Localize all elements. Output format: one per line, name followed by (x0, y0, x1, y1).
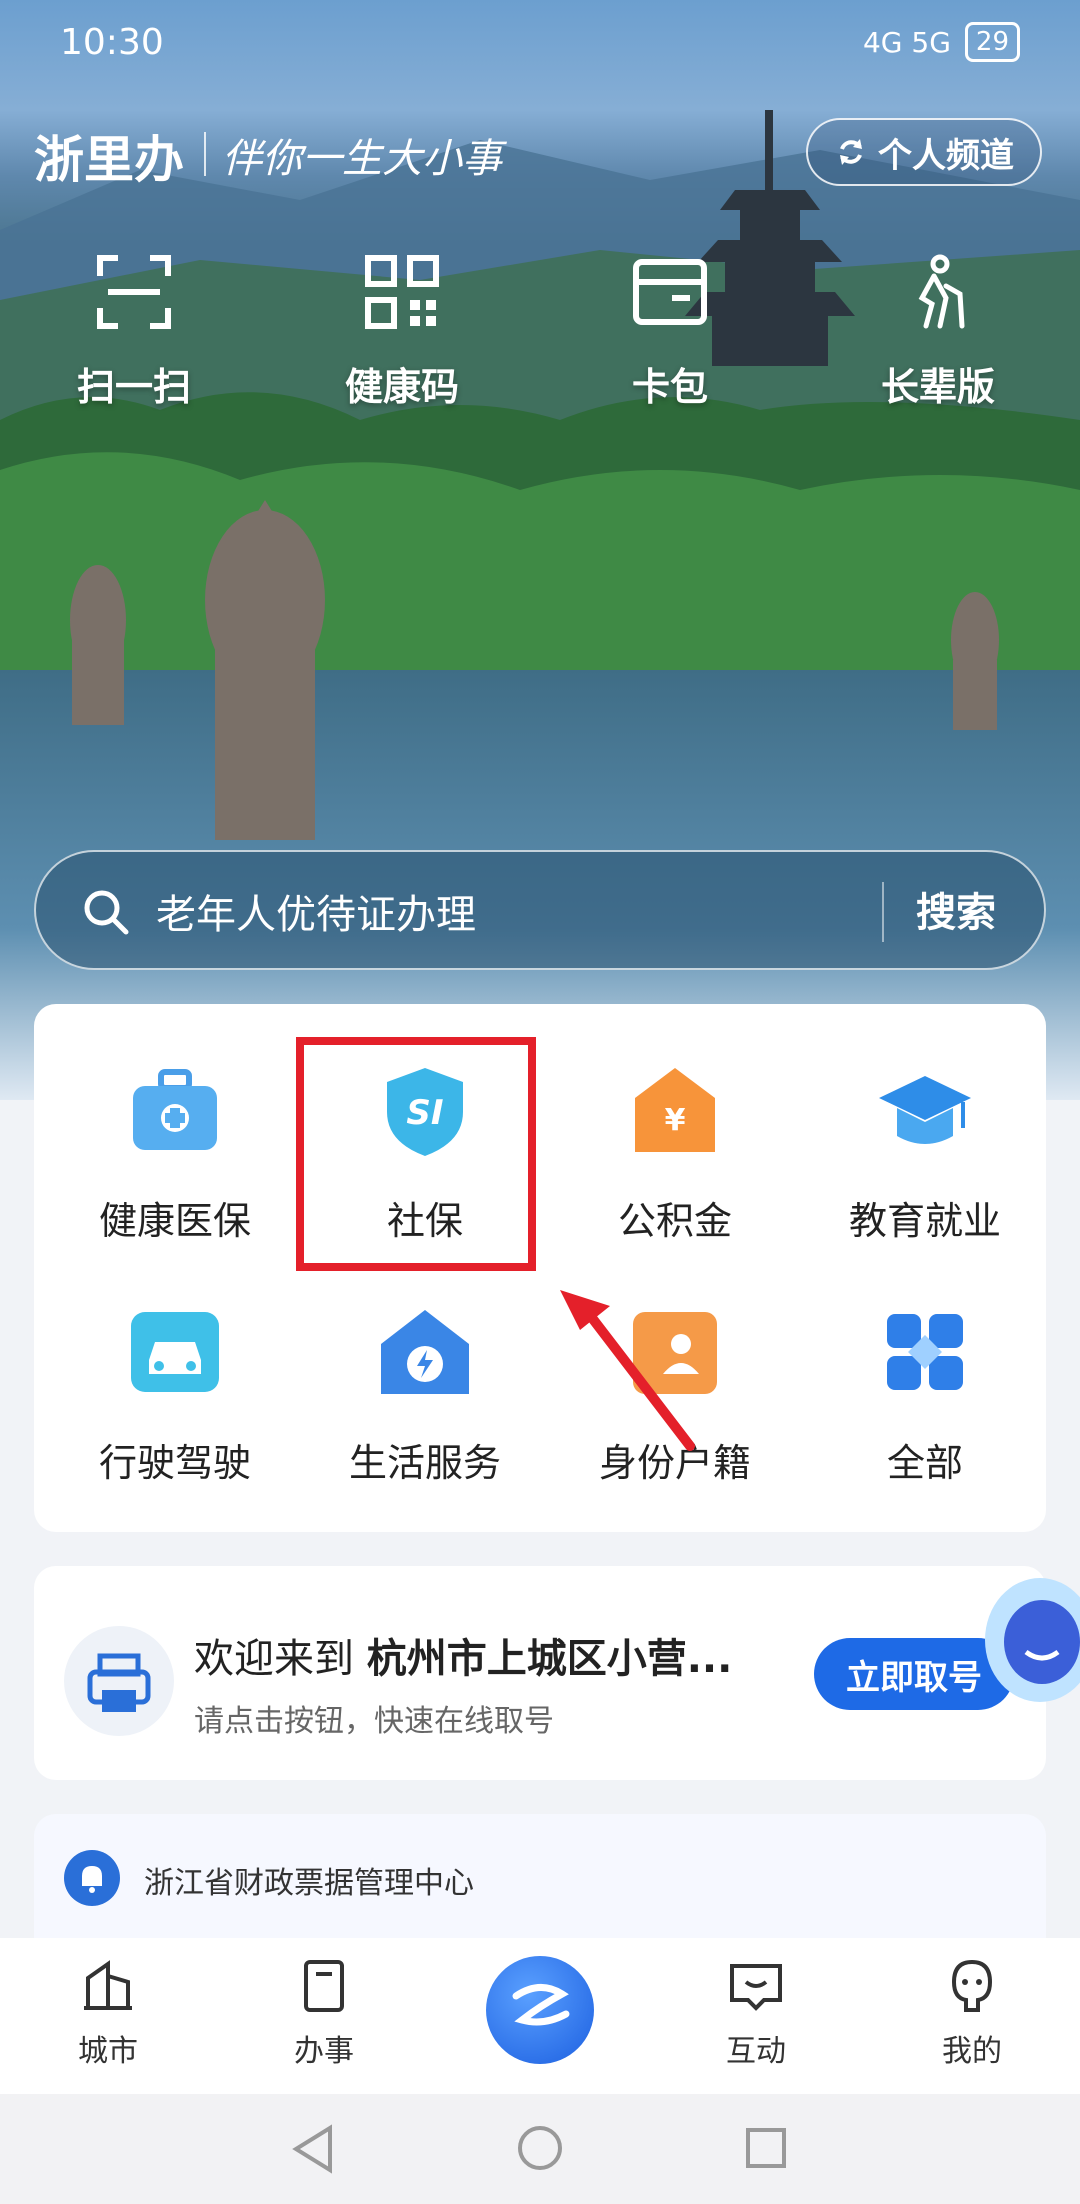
search-bar[interactable]: 老年人优待证办理 搜索 (34, 850, 1046, 970)
nav-label: 办事 (294, 2034, 354, 2069)
service-label: 健康医保 (98, 1199, 251, 1243)
nav-city[interactable]: 城市 (38, 1958, 178, 2070)
queue-card: 欢迎来到 杭州市上城区小营... 请点击按钮，快速在线取号 立即取号 (34, 1566, 1046, 1780)
all-grid-icon (887, 1314, 963, 1390)
signal-indicator: 4G 5G (862, 25, 951, 59)
service-label: 行驶驾驶 (98, 1441, 251, 1485)
city-icon (84, 1960, 132, 2010)
back-icon[interactable] (290, 2124, 334, 2174)
chat-icon (730, 1964, 782, 2011)
red-arrow-annotation (560, 1290, 695, 1451)
personal-channel-label: 个人频道 (878, 135, 1014, 176)
service-education-employment[interactable]: 教育就业 (800, 1062, 1050, 1245)
elder-mode-icon (918, 254, 965, 329)
app-slogan: 伴你一生大小事 (222, 136, 502, 182)
brand-divider (204, 132, 206, 176)
service-driving[interactable]: 行驶驾驶 (50, 1304, 300, 1487)
queue-welcome: 欢迎来到 (194, 1636, 354, 1682)
queue-subtitle: 请点击按钮，快速在线取号 (194, 1704, 554, 1739)
car-icon (131, 1312, 219, 1392)
app-brand-logo: 浙里办 (34, 130, 184, 189)
card-wallet-icon (633, 259, 707, 325)
services-card: 健康医保 SI 社保 ¥ 公积金 教育就业 行驶驾驶 生活服务 身份户籍 全部 (34, 1004, 1046, 1532)
highlight-box (296, 1037, 536, 1271)
search-button[interactable]: 搜索 (916, 880, 996, 938)
nav-profile[interactable]: 我的 (902, 1958, 1042, 2070)
quick-action-scan[interactable]: 扫一扫 (34, 254, 234, 411)
personal-channel-button[interactable]: 个人频道 (806, 118, 1042, 186)
qr-code-icon (365, 255, 439, 329)
profile-icon (951, 1959, 993, 2012)
system-nav-bar (0, 2094, 1080, 2204)
service-label: 生活服务 (348, 1441, 501, 1485)
home-logo-icon (512, 1984, 570, 2026)
home-service-icon (381, 1310, 469, 1394)
nav-home-button[interactable] (486, 1956, 594, 2064)
quick-action-elder-mode[interactable]: 长辈版 (838, 254, 1038, 411)
printer-icon-wrap (64, 1626, 174, 1736)
service-label: 公积金 (617, 1199, 732, 1243)
service-all[interactable]: 全部 (800, 1304, 1050, 1487)
queue-title: 欢迎来到 杭州市上城区小营... (194, 1626, 732, 1684)
nav-label: 城市 (78, 2034, 138, 2069)
queue-place: 杭州市上城区小营... (366, 1636, 733, 1682)
service-label: 全部 (886, 1441, 963, 1485)
service-health-insurance[interactable]: 健康医保 (50, 1062, 300, 1245)
scan-icon (97, 255, 171, 329)
housing-fund-icon: ¥ (635, 1068, 715, 1152)
service-housing-fund[interactable]: ¥ 公积金 (550, 1062, 800, 1245)
bell-icon (64, 1850, 120, 1906)
search-divider (882, 882, 884, 942)
search-icon (84, 890, 129, 935)
graduation-cap-icon (879, 1076, 971, 1144)
nav-interaction[interactable]: 互动 (686, 1958, 826, 2070)
medical-kit-icon (133, 1069, 217, 1150)
notice-title: 浙江省财政票据管理中心 (144, 1866, 474, 1901)
nav-label: 我的 (942, 2034, 1002, 2069)
search-input[interactable]: 老年人优待证办理 (156, 882, 476, 940)
quick-action-health-code[interactable]: 健康码 (302, 254, 502, 411)
quick-action-label: 健康码 (344, 365, 459, 409)
home-icon[interactable] (516, 2124, 564, 2172)
switch-icon (840, 139, 862, 165)
printer-icon (87, 1653, 151, 1712)
service-life[interactable]: 生活服务 (300, 1304, 550, 1487)
nav-label: 互动 (726, 2034, 786, 2069)
affairs-icon (304, 1960, 344, 2012)
recent-apps-icon[interactable] (744, 2126, 788, 2170)
quick-action-label: 扫一扫 (76, 365, 191, 409)
quick-action-card-wallet[interactable]: 卡包 (570, 254, 770, 411)
status-indicators: 4G 5G 29 (863, 22, 1020, 62)
status-time: 10:30 (60, 22, 164, 63)
service-label: 教育就业 (848, 1199, 1001, 1243)
nav-affairs[interactable]: 办事 (254, 1958, 394, 2070)
svg-text:¥: ¥ (665, 1103, 686, 1138)
quick-action-label: 长辈版 (880, 365, 995, 409)
quick-action-label: 卡包 (631, 365, 708, 409)
bottom-nav: 城市 办事 互动 我的 (0, 1938, 1080, 2094)
assistant-robot-icon[interactable] (970, 1560, 1080, 1710)
battery-indicator: 29 (964, 22, 1020, 62)
